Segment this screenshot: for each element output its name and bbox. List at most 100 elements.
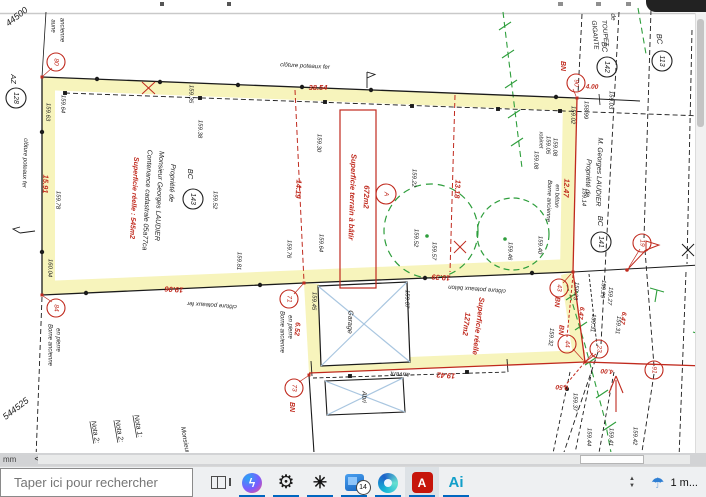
plan-label: en pierre bbox=[54, 328, 60, 352]
plan-label: en pierre bbox=[286, 315, 292, 339]
acrobat-icon: A bbox=[412, 472, 433, 493]
ai-app-icon: Ai bbox=[449, 474, 464, 491]
system-tray: ▲ ▼ ☂ 1 m... bbox=[621, 467, 706, 497]
svg-text:113: 113 bbox=[658, 55, 665, 66]
plan-label: BN bbox=[288, 402, 295, 413]
plan-label: 159.45 bbox=[310, 292, 317, 311]
svg-text:91: 91 bbox=[650, 366, 657, 374]
taskbar-app-ai[interactable]: Ai bbox=[439, 467, 473, 497]
plan-label: 159.05 bbox=[544, 136, 551, 155]
plan-label: 159.38 bbox=[196, 120, 203, 139]
plan-label: 160.04 bbox=[46, 259, 53, 278]
browser-icon bbox=[378, 473, 398, 493]
plan-label: 159.08 bbox=[532, 151, 539, 170]
svg-text:143: 143 bbox=[189, 193, 196, 205]
plan-label: en béton bbox=[553, 184, 560, 208]
toolbar-fragment bbox=[626, 2, 631, 6]
task-view-icon bbox=[211, 476, 226, 489]
plan-label: Borne ancienne bbox=[278, 311, 284, 354]
plan-label: 159.42 bbox=[631, 427, 638, 446]
svg-text:141: 141 bbox=[597, 236, 604, 248]
plan-label: ancienne bbox=[58, 18, 64, 43]
svg-text:44: 44 bbox=[563, 340, 570, 348]
desktop-screen: 44500544525auneancienneAZBCBCBCBCclôture… bbox=[0, 0, 706, 497]
svg-text:73: 73 bbox=[290, 384, 297, 392]
vertical-scrollbar-thumb[interactable] bbox=[697, 19, 704, 127]
plan-label: 159.35 bbox=[187, 85, 194, 104]
plan-label: 19.06 bbox=[163, 284, 183, 294]
plan-label: 159.64 bbox=[59, 95, 66, 114]
plan-label: 4.00 bbox=[600, 367, 614, 375]
tray-overflow-button[interactable]: ▲ ▼ bbox=[621, 476, 643, 490]
plan-label: BC bbox=[655, 33, 665, 45]
tray-weather-text[interactable]: 1 m... bbox=[670, 477, 698, 489]
weather-icon[interactable]: ☂ bbox=[651, 474, 664, 492]
plan-label: 159.30 bbox=[315, 134, 322, 153]
plan-label: 158.99 bbox=[582, 101, 589, 120]
plan-label: BC bbox=[186, 169, 195, 180]
taskbar-search[interactable] bbox=[0, 468, 193, 497]
mail-app-icon: 14 bbox=[345, 474, 364, 491]
plan-label: auvent bbox=[389, 370, 410, 378]
svg-text:23: 23 bbox=[595, 344, 602, 353]
plan-label: 19.42 bbox=[435, 370, 455, 380]
plan-label: 159.81 bbox=[235, 252, 242, 271]
taskbar-app-settings[interactable]: ⚙ bbox=[269, 467, 303, 497]
plan-label: 159.67 bbox=[403, 290, 410, 309]
svg-text:80: 80 bbox=[52, 58, 59, 66]
gear-icon: ⚙ bbox=[277, 473, 294, 492]
statusbar-units-label: mm bbox=[3, 455, 16, 464]
horizontal-scrollbar[interactable] bbox=[38, 455, 690, 464]
plan-label: Borne ancienne bbox=[46, 324, 52, 367]
svg-text:43: 43 bbox=[555, 284, 562, 292]
plan-label: 159.37 bbox=[571, 393, 578, 412]
svg-text:90: 90 bbox=[572, 79, 579, 87]
plan-label: 159.46 bbox=[506, 242, 513, 261]
chevron-up-icon: ▲ bbox=[629, 476, 635, 483]
plan-label: 13.18 bbox=[452, 179, 462, 199]
toolbar-fragment bbox=[227, 2, 231, 6]
svg-text:84: 84 bbox=[52, 304, 59, 312]
svg-text:71: 71 bbox=[285, 295, 292, 303]
plan-label: 159.78 bbox=[54, 191, 61, 210]
plan-label: de bbox=[609, 13, 617, 21]
plan-label: 159.22 bbox=[410, 169, 417, 188]
statusbar: mm < bbox=[0, 453, 706, 466]
chatgpt-icon: ✳ bbox=[313, 474, 327, 491]
plan-label: 0.50 bbox=[555, 383, 568, 391]
plan-label: 159.76 bbox=[285, 240, 292, 259]
taskbar-app-browser[interactable] bbox=[371, 467, 405, 497]
plan-label: 4.00 bbox=[585, 83, 599, 90]
svg-text:128: 128 bbox=[12, 92, 19, 104]
taskbar-app-acrobat[interactable]: A bbox=[405, 467, 439, 497]
taskbar-app-chatgpt[interactable]: ✳ bbox=[303, 467, 337, 497]
chevron-down-icon: ▼ bbox=[629, 483, 635, 490]
plan-label: 12.47 bbox=[561, 178, 571, 198]
vertical-scrollbar[interactable] bbox=[695, 13, 706, 453]
plan-label: 15.91 bbox=[41, 174, 51, 193]
plan-label: 159.14 bbox=[580, 188, 587, 207]
plan-label: 159.08 bbox=[551, 138, 558, 157]
plan-label: 19.39 bbox=[430, 272, 450, 282]
plan-label: Abri bbox=[360, 390, 367, 403]
horizontal-scrollbar-thumb[interactable] bbox=[580, 455, 644, 464]
plan-label: BN bbox=[553, 297, 561, 309]
plan-canvas[interactable]: 44500544525auneancienneAZBCBCBCBCclôture… bbox=[0, 0, 706, 452]
plan-label: 159.41 bbox=[607, 428, 614, 447]
svg-text:A: A bbox=[382, 191, 389, 196]
plan-label: 672m2 bbox=[362, 185, 372, 209]
floating-toolbar-pill[interactable] bbox=[646, 0, 706, 12]
plan-label: aune bbox=[49, 19, 55, 33]
toolbar-fragment bbox=[160, 2, 164, 6]
svg-text:142: 142 bbox=[603, 61, 610, 73]
toolbar-fragment bbox=[596, 2, 601, 6]
plan-label: 159.52 bbox=[412, 229, 419, 248]
taskbar-app-mail[interactable]: 14 bbox=[337, 467, 371, 497]
plan-label: 159.44 bbox=[585, 428, 592, 447]
search-input[interactable] bbox=[1, 469, 205, 496]
taskbar-app-messenger[interactable]: ϟ bbox=[235, 467, 269, 497]
plan-label: 159.52 bbox=[211, 191, 218, 210]
plan-label: 6.52 bbox=[293, 322, 301, 336]
task-view-button[interactable] bbox=[201, 467, 235, 497]
plan-label: 159.40 bbox=[536, 236, 543, 255]
